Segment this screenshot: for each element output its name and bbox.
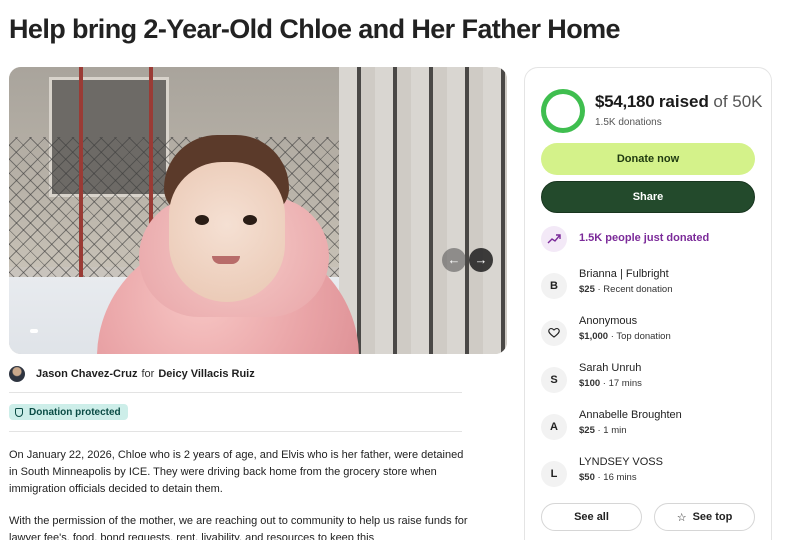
progress-ring: [541, 89, 585, 133]
photo-mouth: [212, 256, 240, 264]
raised-word: raised: [658, 92, 709, 111]
see-top-button[interactable]: ☆ See top: [654, 503, 755, 531]
goal-amount: of 50K: [713, 92, 763, 111]
carousel-next-button[interactable]: →: [469, 248, 493, 272]
story-paragraph: With the permission of the mother, we ar…: [9, 515, 468, 540]
divider: [9, 431, 462, 432]
donor-note: · 1 min: [594, 425, 627, 436]
donor-meta: $25 · Recent donation: [579, 284, 673, 295]
donor-amount: $50: [579, 472, 595, 483]
shield-icon: [15, 407, 23, 417]
donor-avatar: L: [541, 461, 567, 487]
donor-avatar: A: [541, 414, 567, 440]
donor-name: Sarah Unruh: [579, 362, 642, 374]
campaign-photo[interactable]: [9, 67, 507, 354]
donor-name: Annabelle Broughten: [579, 409, 682, 421]
donor-meta: $100 · 17 mins: [579, 378, 642, 389]
page-title: Help bring 2-Year-Old Chloe and Her Fath…: [9, 14, 621, 44]
photo-eye: [243, 215, 257, 225]
donor-amount: $25: [579, 284, 595, 295]
see-top-label: See top: [692, 511, 733, 523]
carousel-prev-button[interactable]: ←: [442, 248, 466, 272]
donor-item[interactable]: Anonymous $1,000 · Top donation: [541, 315, 755, 351]
photo-eye: [195, 215, 209, 225]
donor-note: · 16 mins: [594, 472, 637, 483]
donor-note: · Recent donation: [594, 284, 673, 295]
arrow-right-icon: →: [474, 252, 488, 267]
see-all-button[interactable]: See all: [541, 503, 642, 531]
donor-item[interactable]: S Sarah Unruh $100 · 17 mins: [541, 362, 755, 398]
donor-avatar: S: [541, 367, 567, 393]
donor-name: Brianna | Fulbright: [579, 268, 669, 280]
donor-name: Anonymous: [579, 315, 638, 327]
donor-meta: $50 · 16 mins: [579, 472, 637, 483]
photo-door: [339, 67, 507, 354]
donor-note: · Top donation: [608, 331, 671, 342]
organizer-for-text: for: [141, 368, 155, 380]
donor-item[interactable]: B Brianna | Fulbright $25 · Recent donat…: [541, 268, 755, 304]
arrow-left-icon: ←: [447, 252, 461, 267]
beneficiary-name[interactable]: Deicy Villacis Ruiz: [158, 368, 254, 380]
donor-amount: $100: [579, 378, 601, 389]
star-icon: ☆: [676, 511, 687, 524]
photo-face: [169, 162, 285, 302]
heart-hand-icon: [548, 327, 560, 338]
raised-amount: $54,180: [595, 92, 655, 111]
amount-raised: $54,180 raised of 50K: [595, 92, 763, 112]
photo-post: [79, 67, 83, 297]
donor-meta: $1,000 · Top donation: [579, 331, 671, 342]
donor-avatar: B: [541, 273, 567, 299]
donor-avatar: [541, 320, 567, 346]
donor-amount: $25: [579, 425, 595, 436]
donation-protected-badge[interactable]: Donation protected: [9, 404, 128, 420]
story-paragraph: On January 22, 2026, Chloe who is 2 year…: [9, 449, 464, 495]
donor-item[interactable]: A Annabelle Broughten $25 · 1 min: [541, 409, 755, 445]
organizer-avatar[interactable]: [9, 366, 25, 382]
badge-label: Donation protected: [29, 406, 121, 418]
donor-name: LYNDSEY VOSS: [579, 456, 663, 468]
divider: [9, 392, 462, 393]
organizer-name[interactable]: Jason Chavez-Cruz: [36, 368, 137, 380]
donor-meta: $25 · 1 min: [579, 425, 627, 436]
share-button[interactable]: Share: [541, 181, 755, 213]
trending-up-icon: [541, 226, 567, 252]
donor-note: · 17 mins: [600, 378, 642, 389]
donor-amount: $1,000: [579, 331, 609, 342]
carousel-indicator[interactable]: [30, 329, 38, 333]
donor-item[interactable]: L LYNDSEY VOSS $50 · 16 mins: [541, 456, 755, 492]
recent-donations-text: 1.5K people just donated: [579, 232, 710, 244]
organizer-row: Jason Chavez-Cruz for Deicy Villacis Rui…: [9, 366, 255, 382]
donation-count: 1.5K donations: [595, 117, 662, 128]
donate-now-button[interactable]: Donate now: [541, 143, 755, 175]
